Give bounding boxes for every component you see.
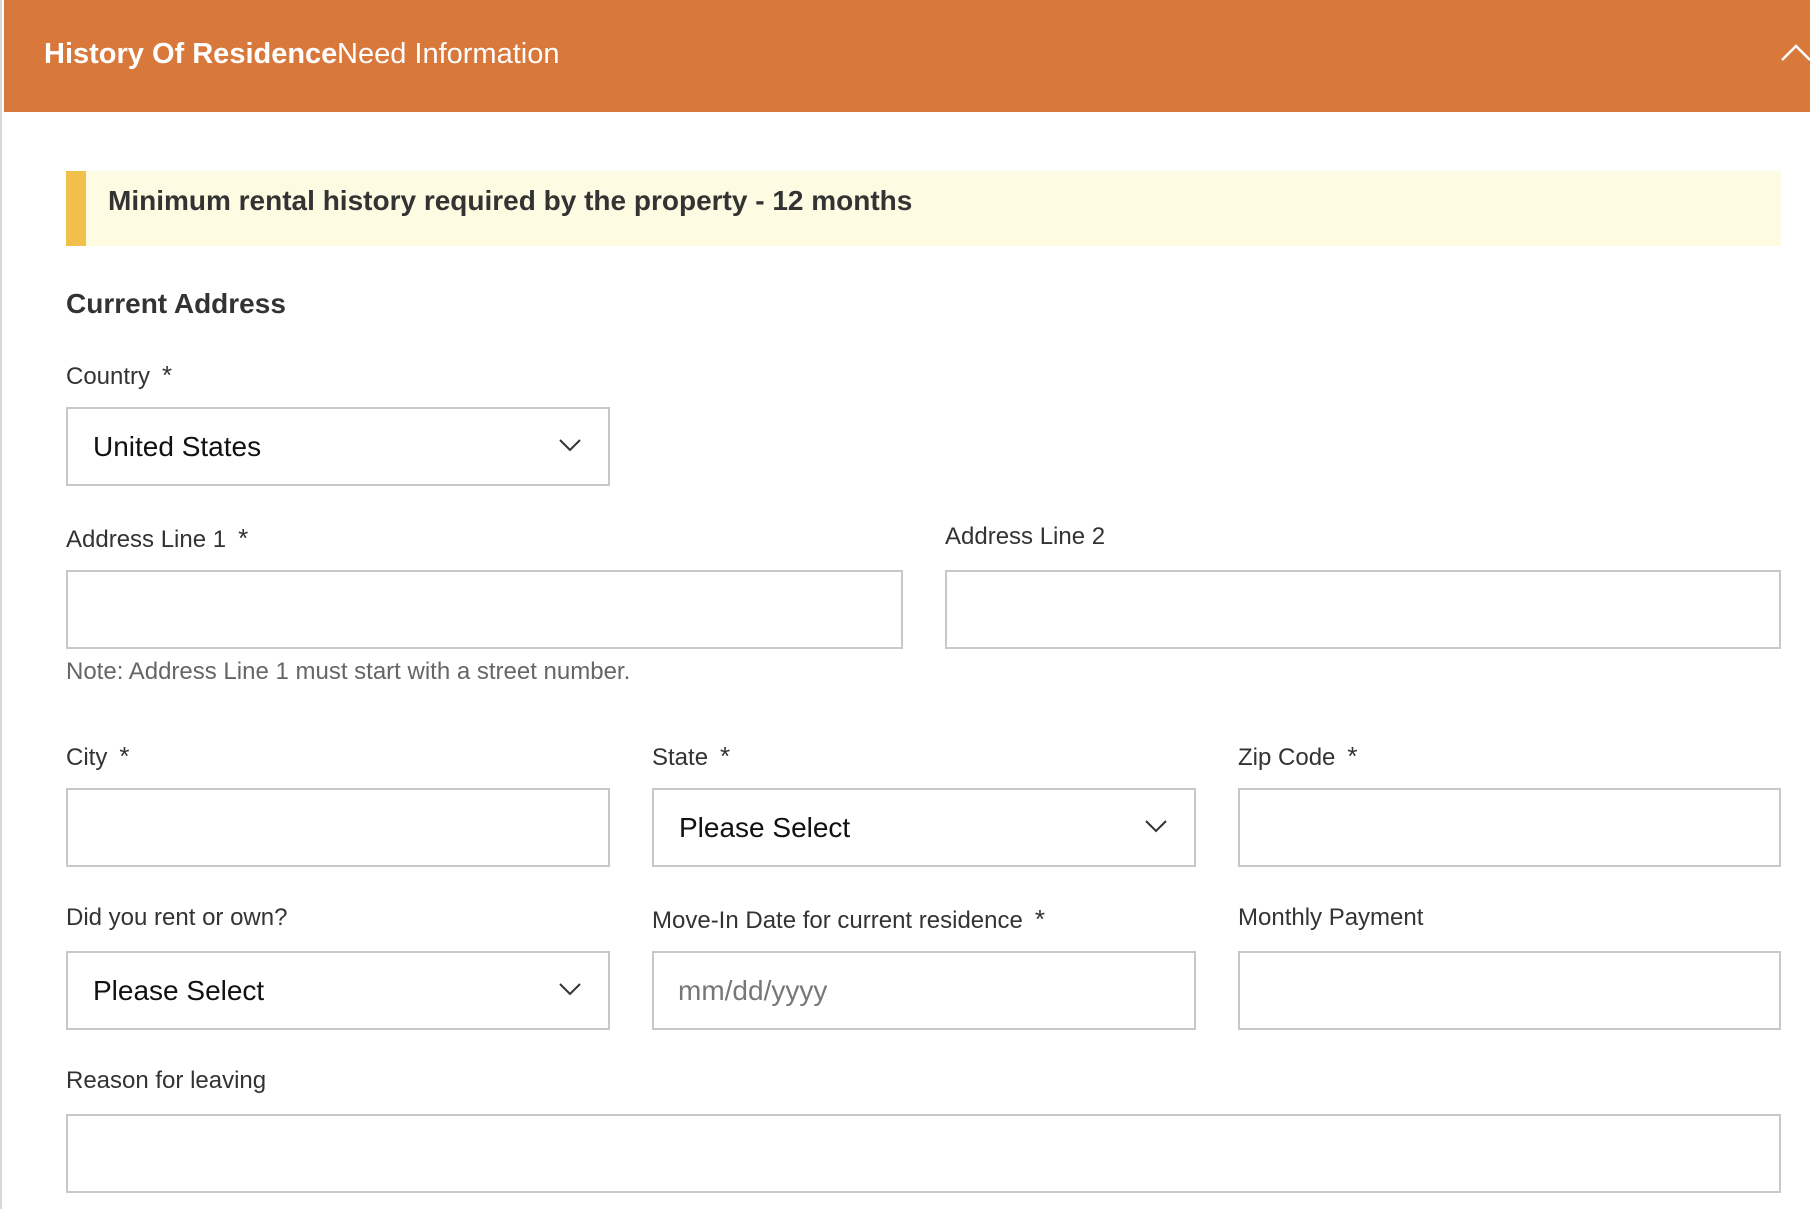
rent-or-own-label-text: Did you rent or own? (66, 904, 288, 931)
required-marker: * (720, 741, 731, 771)
reason-for-leaving-label: Reason for leaving (66, 1067, 266, 1095)
state-select-value: Please Select (679, 812, 851, 843)
move-in-date-input[interactable] (654, 953, 1194, 1028)
required-marker: * (162, 360, 173, 390)
country-select-value: United States (93, 431, 262, 462)
monthly-payment-field (1238, 951, 1781, 1030)
history-of-residence-panel: History Of Residence Need Information Mi… (0, 0, 1810, 1209)
required-marker: * (119, 741, 130, 771)
zip-code-field (1238, 788, 1781, 867)
reason-for-leaving-label-text: Reason for leaving (66, 1067, 267, 1094)
zip-code-input[interactable] (1240, 790, 1779, 865)
monthly-payment-input[interactable] (1240, 953, 1779, 1028)
panel-title: History Of Residence (44, 38, 338, 70)
monthly-payment-label: Monthly Payment (1238, 904, 1423, 932)
country-label-text: Country (66, 363, 151, 390)
city-input[interactable] (68, 790, 608, 865)
chevron-down-icon (559, 439, 581, 452)
address-line-2-label-text: Address Line 2 (945, 523, 1106, 550)
address-line-1-label: Address Line 1 * (66, 523, 248, 554)
rent-or-own-select[interactable]: Please Select (66, 951, 610, 1030)
chevron-down-icon (559, 983, 581, 996)
address-line-1-note: Note: Address Line 1 must start with a s… (66, 658, 631, 685)
panel-header[interactable]: History Of Residence Need Information (4, 0, 1810, 112)
reason-for-leaving-input[interactable] (68, 1116, 1779, 1191)
address-line-1-input[interactable] (68, 572, 901, 647)
move-in-date-label-text: Move-In Date for current residence (652, 907, 1023, 934)
zip-code-label: Zip Code * (1238, 741, 1358, 772)
rental-history-notice: Minimum rental history required by the p… (66, 171, 1781, 246)
address-line-2-label: Address Line 2 (945, 523, 1105, 551)
state-label-text: State (652, 744, 709, 771)
collapse-button[interactable] (1752, 30, 1810, 80)
chevron-down-icon (1145, 820, 1167, 833)
move-in-date-field (652, 951, 1196, 1030)
country-select[interactable]: United States (66, 407, 610, 486)
notice-accent-bar (66, 171, 86, 246)
state-select[interactable]: Please Select (652, 788, 1196, 867)
move-in-date-label: Move-In Date for current residence * (652, 904, 1045, 935)
chevron-up-icon (1781, 44, 1810, 61)
panel-status: Need Information (337, 38, 560, 70)
reason-for-leaving-field (66, 1114, 1781, 1193)
rent-or-own-select-value: Please Select (93, 975, 265, 1006)
city-label-text: City (66, 744, 108, 771)
notice-text: Minimum rental history required by the p… (108, 185, 913, 216)
address-line-1-field (66, 570, 903, 649)
required-marker: * (1034, 904, 1045, 934)
city-field (66, 788, 610, 867)
monthly-payment-label-text: Monthly Payment (1238, 904, 1424, 931)
state-label: State * (652, 741, 730, 772)
required-marker: * (238, 523, 249, 553)
zip-code-label-text: Zip Code (1238, 744, 1336, 771)
address-line-1-label-text: Address Line 1 (66, 526, 227, 553)
rent-or-own-label: Did you rent or own? (66, 904, 287, 932)
address-line-2-field (945, 570, 1781, 649)
required-marker: * (1347, 741, 1358, 771)
city-label: City * (66, 741, 129, 772)
address-line-2-input[interactable] (947, 572, 1779, 647)
section-title: Current Address (66, 288, 286, 319)
country-label: Country * (66, 360, 172, 391)
